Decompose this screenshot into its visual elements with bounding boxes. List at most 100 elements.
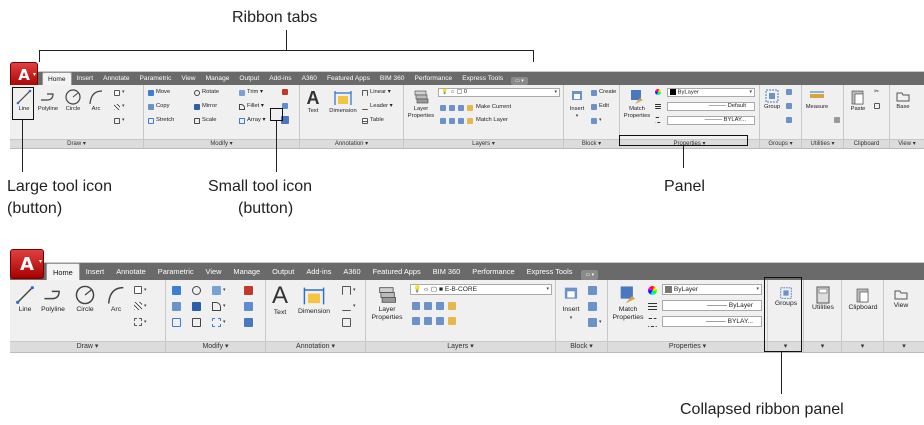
layer-dropdown[interactable]: 💡 ☼ ▢ 0 ▾ xyxy=(438,88,560,97)
hatch-small-button[interactable]: ▾ xyxy=(114,103,125,110)
layer-tools-row-2[interactable] xyxy=(412,317,456,325)
base-view-button[interactable]: Base xyxy=(892,88,914,111)
cut-small-button[interactable]: ✂ xyxy=(874,89,879,96)
tab-insert[interactable]: Insert xyxy=(72,72,99,85)
tab-home[interactable]: Home xyxy=(42,72,72,85)
scale-small-button[interactable] xyxy=(192,318,201,327)
text-tool-button[interactable]: A Text xyxy=(268,283,292,317)
panel-title-layers[interactable]: Layers ▾ xyxy=(404,139,563,148)
layer-tools-row-1[interactable]: Make Current xyxy=(440,104,511,111)
panel-title-draw[interactable]: Draw ▾ xyxy=(10,341,165,352)
layer-dropdown[interactable]: 💡 ☼ ▢ ■ E-B-CORE ▾ xyxy=(410,284,552,295)
leader-button[interactable]: Leader ▾ xyxy=(362,103,393,110)
match-properties-button[interactable]: Match Properties xyxy=(622,88,652,120)
tab-express-tools[interactable]: Express Tools xyxy=(521,263,579,280)
table-button[interactable]: Table xyxy=(362,117,384,124)
tab-a360[interactable]: A360 xyxy=(297,72,322,85)
panel-title-groups[interactable]: Groups ▾ xyxy=(760,139,801,148)
panel-title-properties[interactable]: Properties ▾ xyxy=(608,341,767,352)
copy-clip-small-button[interactable] xyxy=(874,103,880,109)
layer-properties-button[interactable]: Layer Properties xyxy=(406,88,436,120)
utilities-collapsed-button[interactable]: Utilities xyxy=(806,286,840,312)
tab-addins[interactable]: Add-ins xyxy=(264,72,296,85)
tab-output[interactable]: Output xyxy=(234,72,264,85)
table-small-button[interactable] xyxy=(342,318,351,327)
panel-title-layers[interactable]: Layers ▾ xyxy=(366,341,555,352)
array-draw-small-button[interactable]: ▾ xyxy=(134,318,147,326)
color-dropdown[interactable]: ByLayer ▾ xyxy=(667,88,755,97)
collapsed-panel-clipboard[interactable]: Clipboard ▾ xyxy=(842,280,884,352)
panel-title-block[interactable]: Block ▾ xyxy=(556,341,607,352)
linear-small-button[interactable]: ▾ xyxy=(342,286,356,295)
rotate-small-button[interactable] xyxy=(192,286,201,295)
block-attr-small-button[interactable]: ▾ xyxy=(588,318,602,327)
color-dropdown[interactable]: ByLayer ▾ xyxy=(662,284,762,295)
tab-manage[interactable]: Manage xyxy=(201,72,235,85)
group-button[interactable]: Group xyxy=(762,88,782,111)
mirror-button[interactable]: Mirror xyxy=(194,103,217,110)
ungroup-small-button[interactable] xyxy=(786,89,792,95)
text-tool-button[interactable]: A Text xyxy=(302,88,324,115)
tab-express-tools[interactable]: Express Tools xyxy=(457,72,508,85)
leader-small-button[interactable]: ▾ xyxy=(342,302,356,311)
pencil-small-button[interactable] xyxy=(282,89,288,95)
trim-small-button[interactable]: ▾ xyxy=(212,286,226,295)
polyline-tool-button[interactable]: Polyline xyxy=(38,284,68,314)
collapsed-dropdown-arrow[interactable]: ▾ xyxy=(884,341,924,352)
tab-bim360[interactable]: BIM 360 xyxy=(427,263,467,280)
hatch-small-button[interactable]: ▾ xyxy=(134,302,147,310)
tab-insert[interactable]: Insert xyxy=(80,263,110,280)
panel-title-view[interactable]: View ▾ xyxy=(890,139,924,148)
panel-title-utilities[interactable]: Utilities ▾ xyxy=(802,139,843,148)
mirror-small-button[interactable] xyxy=(192,302,201,311)
trim-button[interactable]: Trim ▾ xyxy=(239,89,263,96)
collapsed-panel-view[interactable]: View ▾ xyxy=(884,280,924,352)
calculator-small-button[interactable] xyxy=(834,117,840,123)
block-attr-button[interactable]: ▾ xyxy=(591,117,602,124)
tab-annotate[interactable]: Annotate xyxy=(98,72,134,85)
view-collapsed-button[interactable]: View xyxy=(886,286,916,310)
clipboard-collapsed-button[interactable]: Clipboard xyxy=(844,286,882,312)
erase-small-button[interactable] xyxy=(244,286,253,295)
stretch-button[interactable]: Stretch xyxy=(148,117,174,124)
edit-block-small-button[interactable] xyxy=(588,302,597,311)
tab-annotate[interactable]: Annotate xyxy=(110,263,152,280)
ribbon-minimize-button[interactable]: ▭ ▾ xyxy=(581,270,599,280)
tab-performance[interactable]: Performance xyxy=(409,72,457,85)
panel-title-clipboard[interactable]: Clipboard xyxy=(844,139,889,148)
layer-tools-row-2[interactable]: Match Layer xyxy=(440,117,508,124)
panel-title-modify[interactable]: Modify ▾ xyxy=(166,341,265,352)
arc-tool-button[interactable]: Arc xyxy=(104,284,128,314)
scale-button[interactable]: Scale xyxy=(194,117,217,124)
tab-parametric[interactable]: Parametric xyxy=(135,72,177,85)
circle-tool-button[interactable]: Circle xyxy=(72,284,98,314)
tab-a360[interactable]: A360 xyxy=(337,263,366,280)
measure-button[interactable]: Measure xyxy=(804,88,830,111)
tab-performance[interactable]: Performance xyxy=(466,263,520,280)
rectangle-small-button[interactable]: ▾ xyxy=(134,286,147,294)
rectangle-small-button[interactable]: ▾ xyxy=(114,89,125,96)
ribbon-minimize-button[interactable]: ▭ ▾ xyxy=(511,77,528,85)
panel-title-annotation[interactable]: Annotation ▾ xyxy=(266,341,365,352)
tab-featured-apps[interactable]: Featured Apps xyxy=(322,72,375,85)
lineweight-dropdown[interactable]: ——— Default xyxy=(667,102,755,111)
dimension-tool-button[interactable]: Dimension xyxy=(294,284,334,316)
lineweight-dropdown[interactable]: ——— ByLayer xyxy=(662,300,762,311)
explode-small-button[interactable] xyxy=(244,302,253,311)
linetype-dropdown[interactable]: ——— BYLAY... xyxy=(667,116,755,125)
move-button[interactable]: Move xyxy=(148,89,170,96)
tab-output[interactable]: Output xyxy=(266,263,300,280)
tab-addins[interactable]: Add-ins xyxy=(300,263,337,280)
create-block-small-button[interactable] xyxy=(588,286,597,295)
panel-title-block[interactable]: Block ▾ xyxy=(564,139,619,148)
line-tool-button[interactable]: Line xyxy=(14,284,36,314)
fillet-small-button[interactable]: ▾ xyxy=(212,302,226,311)
linear-button[interactable]: Linear ▾ xyxy=(362,89,391,96)
layer-tools-row-1[interactable] xyxy=(412,302,456,310)
array-draw-small-button[interactable]: ▾ xyxy=(114,117,125,124)
edit-block-button[interactable]: Edit xyxy=(591,103,609,110)
array-small-button[interactable]: ▾ xyxy=(212,318,226,327)
collapsed-panel-utilities[interactable]: Utilities ▾ xyxy=(804,280,842,352)
rotate-button[interactable]: Rotate xyxy=(194,89,219,96)
linetype-dropdown[interactable]: ——— BYLAY... xyxy=(662,316,762,327)
